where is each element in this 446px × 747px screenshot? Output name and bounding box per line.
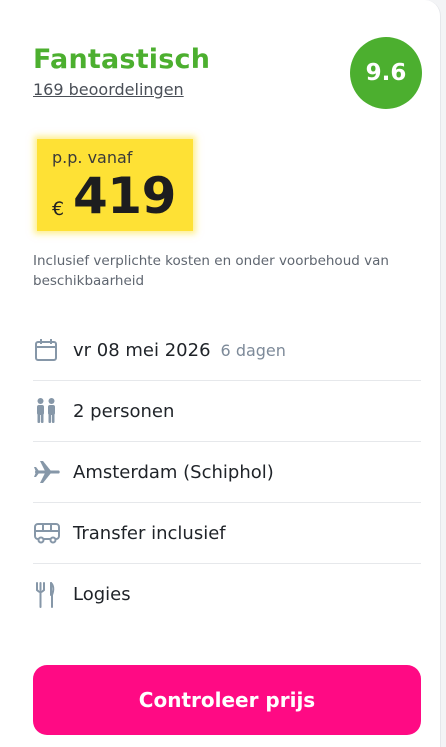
- detail-departure-text: Amsterdam (Schiphol): [73, 461, 274, 483]
- detail-row-persons: 2 personen: [33, 381, 421, 442]
- detail-row-transfer: Transfer inclusief: [33, 503, 421, 564]
- price-highlight: p.p. vanaf € 419: [37, 139, 193, 231]
- price-prefix: p.p. vanaf: [52, 148, 133, 167]
- detail-row-accommodation: Logies: [33, 564, 421, 625]
- persons-icon: [33, 396, 63, 426]
- detail-persons-text: 2 personen: [73, 400, 175, 422]
- cutlery-icon: [33, 580, 63, 610]
- bus-icon: [33, 518, 63, 548]
- detail-date-text: vr 08 mei 2026: [73, 339, 211, 361]
- trip-details-list: vr 08 mei 2026 6 dagen 2 personen Amster…: [33, 320, 421, 625]
- check-price-button[interactable]: Controleer prijs: [33, 665, 421, 735]
- detail-row-date: vr 08 mei 2026 6 dagen: [33, 320, 421, 381]
- detail-accommodation-text: Logies: [73, 584, 131, 605]
- price-amount: 419: [73, 167, 176, 225]
- price-disclaimer: Inclusief verplichte kosten en onder voo…: [33, 253, 389, 289]
- detail-row-departure: Amsterdam (Schiphol): [33, 442, 421, 503]
- reviews-link[interactable]: 169 beoordelingen: [33, 80, 184, 99]
- rating-score-badge: 9.6: [350, 37, 422, 109]
- detail-duration-text: 6 dagen: [220, 340, 286, 360]
- rating-label: Fantastisch: [33, 44, 211, 75]
- price-currency: €: [52, 198, 65, 220]
- airplane-icon: [33, 457, 63, 487]
- detail-transfer-text: Transfer inclusief: [73, 522, 226, 544]
- price-summary-card: Fantastisch 169 beoordelingen 9.6 p.p. v…: [0, 0, 441, 747]
- calendar-icon: [33, 335, 63, 365]
